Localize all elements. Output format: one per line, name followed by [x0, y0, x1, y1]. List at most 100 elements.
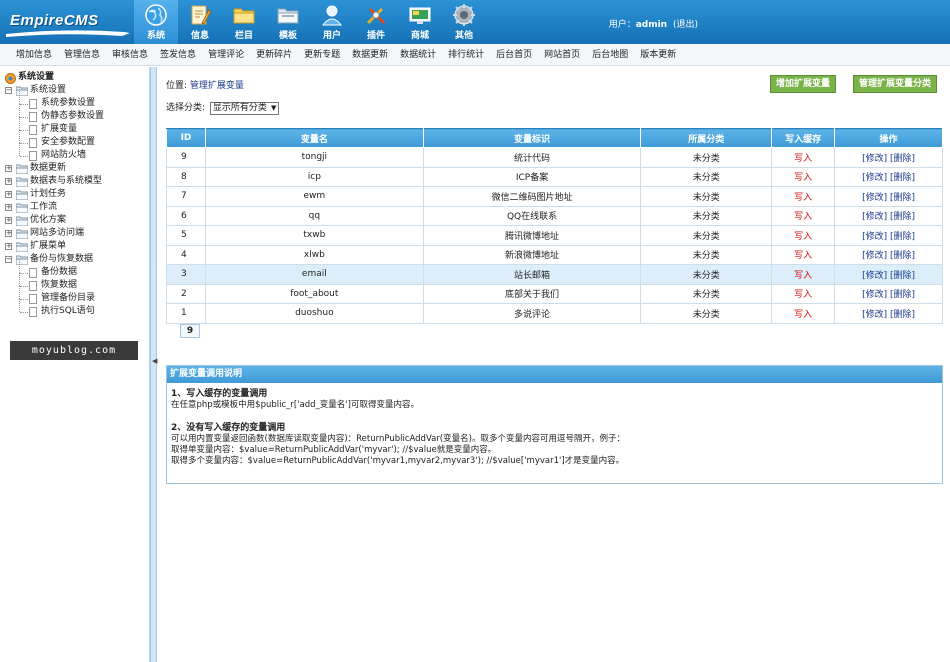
cell-cache-link[interactable]: 写入 — [771, 147, 836, 168]
sidebar-item[interactable]: − 备份与恢复数据 — [4, 253, 148, 266]
logout-link[interactable]: (退出) — [673, 20, 698, 30]
sidebar-item-label: 系统设置 — [18, 72, 55, 82]
cell-cache-link[interactable]: 写入 — [771, 186, 836, 207]
cell-cache-link[interactable]: 写入 — [771, 303, 836, 324]
cell-cache-link[interactable]: 写入 — [771, 244, 836, 265]
sidebar-item[interactable]: 伪静态参数设置 — [4, 104, 148, 123]
table-row[interactable]: 6 qq QQ在线联系 未分类 写入 [修改] [删除] — [166, 205, 943, 226]
sidebar-item[interactable]: 执行SQL语句 — [4, 299, 148, 318]
quick-nav-item[interactable]: 数据统计 — [394, 44, 442, 66]
quick-nav-bar: 增加信息 管理信息 审核信息 签发信息 管理评论 更新碎片 更新专题 数据更新 数据统计 排行统计… — [0, 44, 950, 66]
sidebar-item[interactable]: + 扩展菜单 — [4, 240, 148, 253]
collapse-icon[interactable]: − — [5, 256, 12, 263]
sidebar-item[interactable]: 备份数据 — [4, 260, 148, 279]
cell-cache-link[interactable]: 写入 — [771, 205, 836, 226]
quick-nav-item[interactable]: 后台首页 — [490, 44, 538, 66]
cell-ops-links[interactable]: [修改] [删除] — [834, 166, 943, 187]
top-nav-item-1[interactable]: 信息 — [178, 0, 222, 44]
cell-ops-links[interactable]: [修改] [删除] — [834, 303, 943, 324]
sidebar-item[interactable]: 扩展变量 — [4, 117, 148, 136]
sidebar-item[interactable]: 系统设置 — [4, 71, 148, 84]
table-row[interactable]: 9 tongji 统计代码 未分类 写入 [修改] [删除] — [166, 147, 943, 168]
expand-icon[interactable]: + — [5, 178, 12, 185]
sidebar-item[interactable]: 网站防火墙 — [4, 143, 148, 162]
expand-icon[interactable]: + — [5, 243, 12, 250]
cell-cache-link[interactable]: 写入 — [771, 283, 836, 304]
table-row[interactable]: 2 foot_about 底部关于我们 未分类 写入 [修改] [删除] — [166, 283, 943, 304]
manage-variable-class-button[interactable]: 管理扩展变量分类 — [853, 75, 938, 93]
cell-label: ICP备案 — [422, 166, 642, 187]
cell-cache-link[interactable]: 写入 — [771, 225, 836, 246]
pagination-current[interactable]: 9 — [180, 324, 200, 338]
expand-icon[interactable]: + — [5, 204, 12, 211]
sidebar-item[interactable]: + 网站多访问端 — [4, 227, 148, 240]
sidebar-item[interactable]: 管理备份目录 — [4, 286, 148, 305]
quick-nav-item[interactable]: 增加信息 — [10, 44, 58, 66]
collapse-icon[interactable]: − — [5, 87, 12, 94]
cell-ops-links[interactable]: [修改] [删除] — [834, 283, 943, 304]
quick-nav-item[interactable]: 签发信息 — [154, 44, 202, 66]
logo-text: EmpireCMS — [10, 12, 99, 29]
top-nav-item-2[interactable]: 栏目 — [222, 0, 266, 44]
category-select[interactable]: 显示所有分类 ▼ — [209, 102, 280, 115]
sidebar-item-label: 安全参数配置 — [41, 137, 96, 147]
sidebar-splitter[interactable]: ◀ — [150, 67, 157, 662]
cell-ops-links[interactable]: [修改] [删除] — [834, 205, 943, 226]
sidebar-item[interactable]: 安全参数配置 — [4, 130, 148, 149]
sidebar-item[interactable]: 恢复数据 — [4, 273, 148, 292]
table-row[interactable]: 7 ewm 微信二维码图片地址 未分类 写入 [修改] [删除] — [166, 186, 943, 207]
quick-nav-item[interactable]: 更新专题 — [298, 44, 346, 66]
collapse-arrow-icon[interactable]: ◀ — [152, 357, 157, 365]
table-row[interactable]: 8 icp ICP备案 未分类 写入 [修改] [删除] — [166, 166, 943, 187]
sidebar-item-label: 管理备份目录 — [41, 293, 96, 303]
top-nav-item-4[interactable]: 用户 — [310, 0, 354, 44]
cell-ops-links[interactable]: [修改] [删除] — [834, 147, 943, 168]
col-label: 变量标识 — [422, 128, 642, 148]
sidebar-item-label: 扩展菜单 — [30, 241, 67, 251]
document-icon — [29, 125, 37, 135]
folder-icon — [15, 216, 29, 227]
quick-nav-item[interactable]: 管理评论 — [202, 44, 250, 66]
sidebar-item[interactable]: + 数据更新 — [4, 162, 148, 175]
cell-cache-link[interactable]: 写入 — [771, 166, 836, 187]
top-nav-item-5[interactable]: 插件 — [354, 0, 398, 44]
cell-class: 未分类 — [640, 166, 773, 187]
table-row[interactable]: 3 email 站长邮箱 未分类 写入 [修改] [删除] — [166, 264, 943, 285]
top-nav-item-6[interactable]: 商城 — [398, 0, 442, 44]
cell-cache-link[interactable]: 写入 — [771, 264, 836, 285]
breadcrumb-link[interactable]: 管理扩展变量 — [190, 81, 244, 91]
quick-nav-item[interactable]: 数据更新 — [346, 44, 394, 66]
cell-ops-links[interactable]: [修改] [删除] — [834, 225, 943, 246]
table-row[interactable]: 1 duoshuo 多说评论 未分类 写入 [修改] [删除] — [166, 303, 943, 324]
table-row[interactable]: 4 xlwb 新浪微博地址 未分类 写入 [修改] [删除] — [166, 244, 943, 265]
cell-ops-links[interactable]: [修改] [删除] — [834, 264, 943, 285]
cell-ops-links[interactable]: [修改] [删除] — [834, 244, 943, 265]
quick-nav-item[interactable]: 审核信息 — [106, 44, 154, 66]
sidebar-item[interactable]: + 优化方案 — [4, 214, 148, 227]
expand-icon[interactable]: + — [5, 165, 12, 172]
expand-icon[interactable]: + — [5, 191, 12, 198]
sidebar-item[interactable]: 系统参数设置 — [4, 91, 148, 110]
empirecms-logo[interactable]: EmpireCMS — [6, 6, 130, 40]
sidebar-item[interactable]: + 数据表与系统模型 — [4, 175, 148, 188]
quick-nav-item[interactable]: 网站首页 — [538, 44, 586, 66]
usage-info-title: 扩展变量调用说明 — [167, 366, 942, 383]
add-variable-button[interactable]: 增加扩展变量 — [770, 75, 837, 93]
sidebar-item[interactable]: + 计划任务 — [4, 188, 148, 201]
sidebar-item[interactable]: − 系统设置 — [4, 84, 148, 97]
expand-icon[interactable]: + — [5, 230, 12, 237]
quick-nav-item[interactable]: 版本更新 — [634, 44, 682, 66]
table-row[interactable]: 5 txwb 腾讯微博地址 未分类 写入 [修改] [删除] — [166, 225, 943, 246]
expand-icon[interactable]: + — [5, 217, 12, 224]
top-nav-item-7[interactable]: 其他 — [442, 0, 486, 44]
quick-nav-item[interactable]: 后台地图 — [586, 44, 634, 66]
col-ops: 操作 — [834, 128, 943, 148]
top-nav-item-3[interactable]: 模板 — [266, 0, 310, 44]
quick-nav-item[interactable]: 更新碎片 — [250, 44, 298, 66]
quick-nav-item[interactable]: 管理信息 — [58, 44, 106, 66]
quick-nav-item[interactable]: 排行统计 — [442, 44, 490, 66]
top-nav-item-0[interactable]: 系统 — [134, 0, 178, 44]
sidebar-item[interactable]: + 工作流 — [4, 201, 148, 214]
cell-ops-links[interactable]: [修改] [删除] — [834, 186, 943, 207]
usage-heading-1: 1、写入缓存的变量调用 — [171, 389, 268, 399]
